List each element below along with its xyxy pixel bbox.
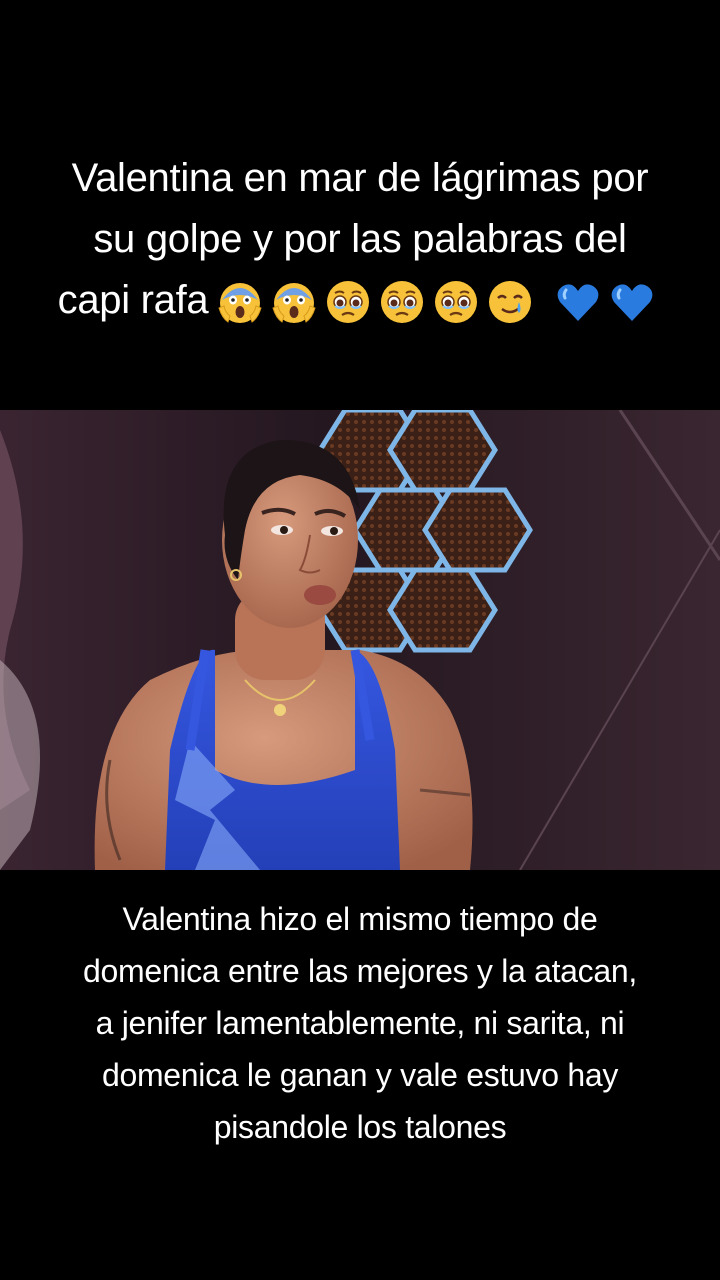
bottom-caption: Valentina hizo el mismo tiempo de domeni… [30, 893, 690, 1153]
top-caption-line-3-text: capi rafa [57, 278, 209, 322]
video-frame[interactable] [0, 410, 720, 870]
bottom-caption-line-4: domenica le ganan y vale estuvo hay [101, 1057, 619, 1093]
video-still-image [0, 410, 720, 870]
bottom-caption-line-1: Valentina hizo el mismo tiempo de [122, 901, 598, 937]
blue-heart-icon [611, 284, 653, 322]
bottom-caption-line-3: a jenifer lamentablemente, ni sarita, ni [95, 1005, 625, 1041]
bottom-caption-line-5: pisandole los talones [213, 1109, 507, 1145]
top-caption-line-2: su golpe y por las palabras del [93, 217, 627, 261]
top-caption: Valentina en mar de lágrimas por su golp… [20, 148, 700, 331]
bottom-caption-line-2: domenica entre las mejores y la atacan, [83, 953, 637, 989]
face-screaming-in-fear-icon [272, 283, 316, 324]
video-post-screen: Valentina en mar de lágrimas por su golp… [0, 0, 720, 1280]
face-screaming-in-fear-icon [218, 283, 262, 324]
face-holding-back-tears-icon [381, 281, 424, 324]
blue-heart-icon [557, 284, 599, 322]
emoji-row [216, 278, 662, 326]
smiling-face-with-tear-icon [489, 281, 532, 324]
top-caption-line-3: capi rafa [20, 270, 700, 331]
top-caption-line-1: Valentina en mar de lágrimas por [71, 156, 649, 200]
face-holding-back-tears-icon [327, 281, 370, 324]
face-holding-back-tears-icon [435, 281, 478, 324]
